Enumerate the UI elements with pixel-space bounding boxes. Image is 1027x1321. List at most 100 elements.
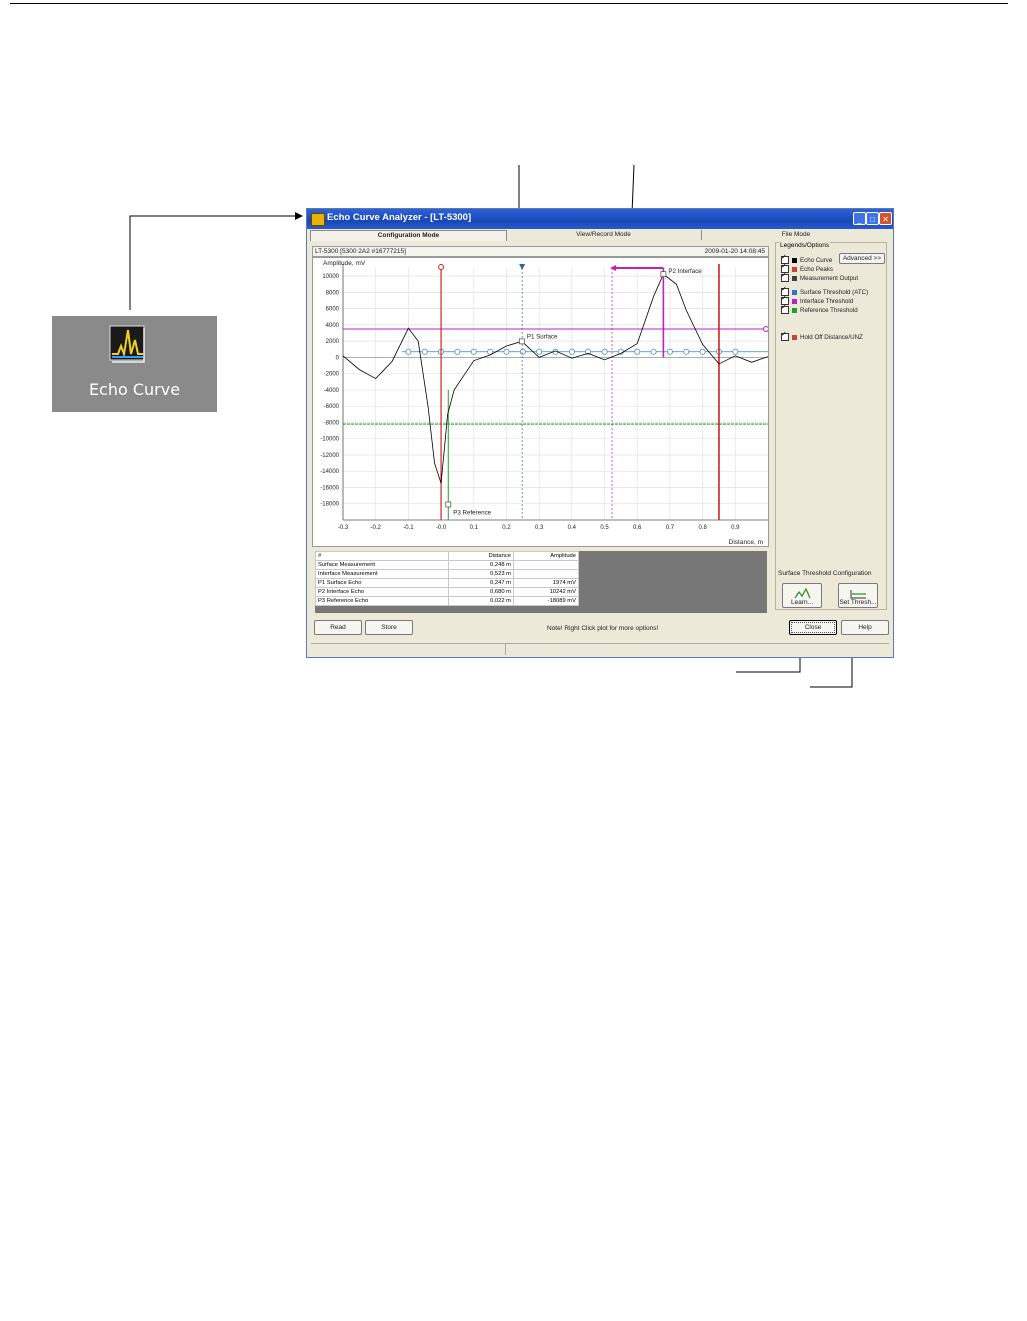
y-tick-label: 6000 [326, 307, 340, 313]
table-header-row: # Distance Amplitude [315, 551, 579, 561]
surface-threshold-point [683, 348, 690, 355]
table-row[interactable]: P3 Reference Echo 0,022 m -18089 mV [315, 596, 579, 606]
legend-label: Surface Threshold (ATC) [800, 289, 869, 296]
echo-curve-desktop-icon[interactable]: Echo Curve [52, 316, 217, 412]
tab-configuration-mode[interactable]: Configuration Mode [310, 230, 507, 241]
peak-marker [445, 501, 452, 508]
swatch-icon [792, 334, 797, 340]
store-button[interactable]: Store [365, 620, 413, 635]
echo-curve-icon-label: Echo Curve [88, 380, 181, 399]
row-distance: 0,248 m [448, 560, 514, 570]
close-window-button[interactable]: ✕ [879, 212, 892, 225]
interface-threshold-handle [763, 325, 768, 332]
peak-marker [660, 271, 667, 278]
row-distance: 0,247 m [448, 578, 514, 588]
surface-marker-arrow-icon [519, 264, 526, 270]
tab-view-record-mode[interactable]: View/Record Mode [506, 230, 702, 240]
row-distance: 0,523 m [448, 569, 514, 579]
col-header-distance: Distance [448, 551, 514, 561]
row-amplitude: -18089 mV [513, 596, 579, 606]
checkbox-icon[interactable] [781, 271, 789, 283]
device-info: LT-5300 [5300 2A2 #16777215] [315, 248, 406, 255]
learn-icon [794, 587, 811, 599]
row-amplitude: 10242 mV [513, 587, 579, 597]
table-row[interactable]: P1 Surface Echo 0,247 m 1974 mV [315, 578, 579, 588]
table-row[interactable]: Surface Measurement 0,248 m [315, 560, 579, 570]
x-tick-label: 0.4 [568, 525, 577, 531]
surface-threshold-point [601, 348, 608, 355]
row-amplitude [513, 569, 579, 579]
x-tick-label: -0.0 [436, 525, 447, 531]
surface-threshold-point [732, 348, 739, 355]
checkbox-icon[interactable] [781, 303, 789, 315]
tab-file-mode[interactable]: File Mode [702, 230, 890, 240]
row-label: P2 Interface Echo [315, 587, 449, 597]
peak-label: P3 Reference [453, 509, 491, 516]
legend-hold-off-distance[interactable]: Hold Off Distance/UNZ [781, 330, 863, 342]
surface-threshold-point [421, 348, 428, 355]
maximize-button[interactable]: □ [866, 212, 879, 225]
legend-label: Measurement Output [800, 275, 859, 282]
results-table: # Distance Amplitude Surface Measurement… [315, 551, 579, 606]
legend-interface-threshold[interactable]: Interface Threshold [781, 294, 853, 306]
x-tick-label: 0.8 [698, 525, 707, 531]
swatch-icon [792, 289, 797, 295]
y-tick-label: -6000 [324, 404, 340, 410]
surface-threshold-point [405, 348, 412, 355]
x-tick-label: 0.5 [600, 525, 609, 531]
x-axis-label: Distance, m [729, 539, 763, 546]
app-icon [311, 213, 325, 226]
y-tick-label: -8000 [324, 420, 340, 426]
status-bar [311, 643, 889, 655]
legend-measurement-output[interactable]: Measurement Output [781, 271, 859, 283]
legend-echo-curve[interactable]: Echo Curve [781, 253, 832, 265]
surface-threshold-point [536, 348, 543, 355]
y-tick-label: -10000 [320, 437, 339, 443]
legend-reference-threshold[interactable]: Reference Threshold [781, 303, 858, 315]
legend-surface-threshold[interactable]: Surface Threshold (ATC) [781, 285, 869, 297]
swatch-icon [792, 266, 797, 272]
row-label: P3 Reference Echo [315, 596, 449, 606]
legend-echo-peaks[interactable]: Echo Peaks [781, 262, 834, 274]
x-tick-label: -0.2 [371, 525, 382, 531]
close-button[interactable]: Close [789, 620, 837, 635]
row-amplitude [513, 560, 579, 570]
status-separator [505, 644, 506, 655]
interface-marker-arrow-icon [610, 265, 617, 271]
y-tick-label: 0 [336, 355, 340, 361]
table-row[interactable]: P2 Interface Echo 0,680 m 10242 mV [315, 587, 579, 597]
learn-button[interactable]: Learn... [782, 583, 822, 608]
table-row[interactable]: Interface Measurement 0,523 m [315, 569, 579, 579]
surface-threshold-point [666, 348, 673, 355]
x-tick-label: 0.6 [633, 525, 642, 531]
swatch-icon [792, 275, 797, 281]
row-label: Surface Measurement [315, 560, 449, 570]
set-threshold-icon [850, 590, 866, 599]
x-tick-label: 0.9 [731, 525, 740, 531]
help-button[interactable]: Help [841, 620, 889, 635]
surface-threshold-point [568, 348, 575, 355]
window-title: Echo Curve Analyzer - [LT-5300] [327, 212, 472, 223]
echo-curve-plot[interactable]: P1 Surface P2 Interface P3 Reference -0.3 -… [312, 257, 769, 547]
legend-label: Hold Off Distance/UNZ [800, 334, 863, 341]
y-tick-label: -2000 [324, 372, 340, 378]
minimize-button[interactable]: _ [853, 212, 866, 225]
title-bar[interactable]: Echo Curve Analyzer - [LT-5300] _ □ ✕ [307, 209, 893, 229]
y-tick-label: 2000 [326, 339, 340, 345]
swatch-icon [792, 257, 797, 263]
surface-threshold-point [503, 348, 510, 355]
right-click-note: Note! Right Click plot for more options! [547, 625, 659, 632]
col-header-amplitude: Amplitude [513, 551, 579, 561]
checkbox-icon[interactable] [781, 330, 789, 342]
surface-threshold-point [650, 348, 657, 355]
echo-curve-chart[interactable]: P1 Surface P2 Interface P3 Reference -0.3 -… [313, 258, 768, 546]
legends-options-group: Legends/Options Echo Curve Echo Peaks Me… [775, 242, 887, 610]
read-button[interactable]: Read [314, 620, 362, 635]
hold-off-handle [438, 264, 445, 270]
legend-label: Echo Peaks [800, 266, 834, 273]
advanced-button[interactable]: Advanced >> [839, 253, 885, 264]
callout-icon-to-window [129, 212, 303, 310]
y-axis-label: Amplitude, mV [323, 260, 366, 267]
y-tick-label: 8000 [326, 290, 340, 296]
set-threshold-button[interactable]: Set Thresh... [838, 583, 878, 608]
